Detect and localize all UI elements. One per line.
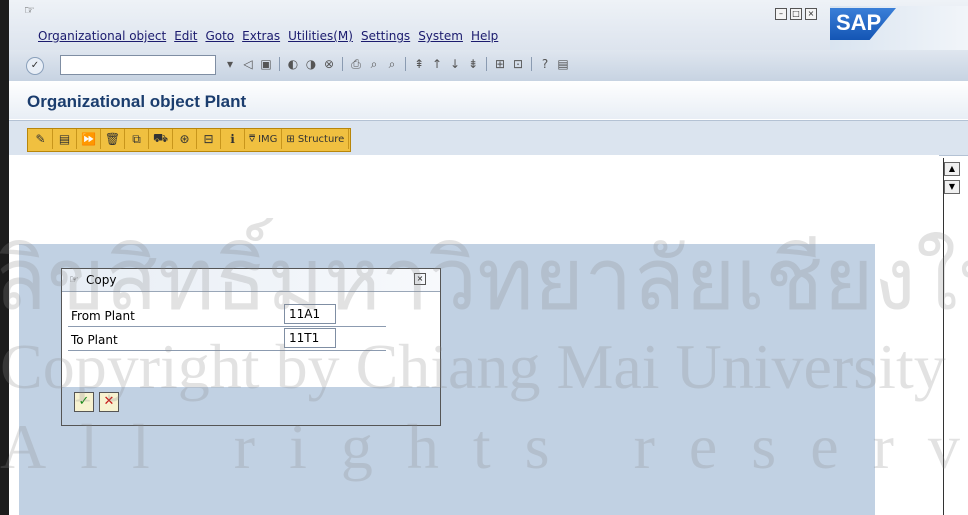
next-page-icon[interactable]: ↓ <box>448 57 462 71</box>
display-icon[interactable]: ▤ <box>53 129 77 149</box>
close-icon[interactable]: × <box>805 8 817 20</box>
page-title: Organizational object Plant <box>27 92 247 111</box>
menu-system[interactable]: System <box>418 29 463 43</box>
prev-page-icon[interactable]: ↑ <box>430 57 444 71</box>
vertical-scrollbar[interactable]: ▲ ▼ <box>943 158 960 515</box>
dialog-footer: ✓ ✕ <box>62 387 440 425</box>
standard-toolbar: ✓ ▾ ◁ ▣ ◐ ◑ ⊗ ⎙ ⌕ ⌕ ⇞ ↑ ↓ ⇟ ⊞ ⊡ ? ▤ <box>9 50 968 82</box>
exit-icon[interactable]: ◑ <box>304 57 318 71</box>
cancel-button[interactable]: ✕ <box>99 392 119 412</box>
transport-icon[interactable]: ⛟ <box>149 129 173 149</box>
menu-extras[interactable]: Extras <box>242 29 280 43</box>
copy-dialog: ☞ Copy × From Plant 11A1 To Plant 11T1 ✓… <box>61 268 441 426</box>
back-icon[interactable]: ◐ <box>286 57 300 71</box>
dialog-title: Copy <box>86 273 117 287</box>
find-icon[interactable]: ⌕ <box>367 57 381 71</box>
toolbar-separator <box>405 57 406 71</box>
from-plant-label: From Plant <box>71 309 135 323</box>
last-page-icon[interactable]: ⇟ <box>466 57 480 71</box>
menu-utilities[interactable]: Utilities(M) <box>288 29 353 43</box>
img-icon: ⩢ <box>249 133 256 145</box>
structure-button[interactable]: ⊞ Structure <box>282 129 350 149</box>
target-icon[interactable]: ⊛ <box>173 129 197 149</box>
sap-logo-text: SAP <box>836 10 882 35</box>
application-toolbar: ✎ ▤ ⏩ 🗑 ⧉ ⛟ ⊛ ⊟ ℹ ⩢ IMG ⊞ Structure <box>9 120 968 156</box>
back-arrow-icon[interactable]: ◁ <box>241 57 255 71</box>
copy-icon[interactable]: ⧉ <box>125 129 149 149</box>
scroll-down-icon[interactable]: ▼ <box>944 180 960 194</box>
toolbar-separator <box>279 57 280 71</box>
info-icon[interactable]: ℹ <box>221 129 245 149</box>
sap-window: ☞ Organizational object Edit Goto Extras… <box>0 0 968 515</box>
app-toolbar-buttons: ✎ ▤ ⏩ 🗑 ⧉ ⛟ ⊛ ⊟ ℹ ⩢ IMG ⊞ Structure <box>27 128 352 152</box>
dropdown-icon[interactable]: ▾ <box>223 57 237 71</box>
menu-help[interactable]: Help <box>471 29 498 43</box>
enter-icon[interactable]: ✓ <box>26 57 44 75</box>
dialog-close-icon[interactable]: × <box>414 273 426 285</box>
window-left-border <box>0 0 9 515</box>
dialog-title-bar: ☞ Copy × <box>62 269 440 292</box>
layout-icon[interactable]: ▤ <box>556 57 570 71</box>
system-menu-icon[interactable]: ☞ <box>24 3 35 17</box>
to-plant-field[interactable]: 11T1 <box>284 328 336 348</box>
command-field[interactable] <box>60 55 216 75</box>
confirm-button[interactable]: ✓ <box>74 392 94 412</box>
img-button-label: IMG <box>258 133 278 145</box>
sap-logo: SAP <box>830 8 896 40</box>
change-icon[interactable]: ✎ <box>29 129 53 149</box>
to-plant-label: To Plant <box>71 333 118 347</box>
minimize-icon[interactable]: – <box>775 8 787 20</box>
create-session-icon[interactable]: ⊞ <box>493 57 507 71</box>
window-controls: – □ × <box>775 8 817 20</box>
from-plant-row: From Plant 11A1 <box>68 304 386 327</box>
menu-edit[interactable]: Edit <box>174 29 197 43</box>
execute-icon[interactable]: ⏩ <box>77 129 101 149</box>
cancel-icon[interactable]: ⊗ <box>322 57 336 71</box>
help-icon[interactable]: ? <box>538 57 552 71</box>
structure-button-label: Structure <box>297 133 345 145</box>
menu-list: Organizational object Edit Goto Extras U… <box>38 29 506 43</box>
menu-settings[interactable]: Settings <box>361 29 410 43</box>
structure-icon: ⊞ <box>286 133 295 145</box>
save-icon[interactable]: ▣ <box>259 57 273 71</box>
maximize-icon[interactable]: □ <box>790 8 802 20</box>
where-used-icon[interactable]: ⊟ <box>197 129 221 149</box>
toolbar-separator <box>486 57 487 71</box>
delete-icon[interactable]: 🗑 <box>101 129 125 149</box>
toolbar-separator <box>342 57 343 71</box>
find-next-icon[interactable]: ⌕ <box>385 57 399 71</box>
sap-logo-area: SAP <box>830 6 968 50</box>
to-plant-row: To Plant 11T1 <box>68 328 386 351</box>
img-button[interactable]: ⩢ IMG <box>245 129 283 149</box>
dialog-icon: ☞ <box>69 273 79 286</box>
from-plant-field[interactable]: 11A1 <box>284 304 336 324</box>
menu-organizational-object[interactable]: Organizational object <box>38 29 166 43</box>
first-page-icon[interactable]: ⇞ <box>412 57 426 71</box>
scroll-up-icon[interactable]: ▲ <box>944 162 960 176</box>
shortcut-icon[interactable]: ⊡ <box>511 57 525 71</box>
title-bar: Organizational object Plant <box>9 81 968 119</box>
toolbar-separator <box>531 57 532 71</box>
print-icon[interactable]: ⎙ <box>349 57 363 71</box>
toolbar-icons: ▾ ◁ ▣ ◐ ◑ ⊗ ⎙ ⌕ ⌕ ⇞ ↑ ↓ ⇟ ⊞ ⊡ ? ▤ <box>223 57 570 71</box>
menu-bar: ☞ Organizational object Edit Goto Extras… <box>9 0 968 50</box>
menu-goto[interactable]: Goto <box>205 29 234 43</box>
